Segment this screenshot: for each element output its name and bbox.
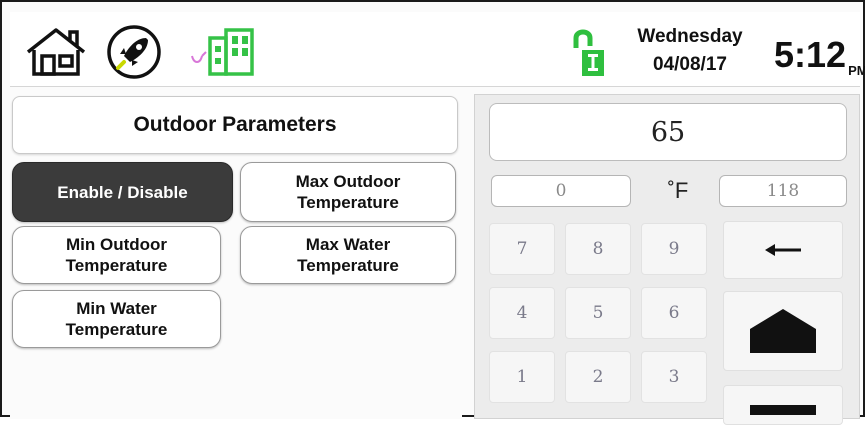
day-label: Wednesday bbox=[637, 26, 743, 47]
max-outdoor-temperature-button[interactable]: Max Outdoor Temperature bbox=[240, 162, 456, 222]
lock-icon[interactable] bbox=[570, 26, 606, 78]
backspace-button[interactable] bbox=[723, 221, 843, 279]
min-water-line2: Temperature bbox=[65, 320, 168, 339]
key-8[interactable]: 8 bbox=[565, 223, 631, 275]
key-7[interactable]: 7 bbox=[489, 223, 555, 275]
key-1[interactable]: 1 bbox=[489, 351, 555, 403]
min-water-temperature-button[interactable]: Min Water Temperature bbox=[12, 290, 221, 348]
increase-button[interactable] bbox=[723, 291, 843, 371]
max-value-box: 118 bbox=[719, 175, 847, 207]
max-outdoor-line1: Max Outdoor bbox=[295, 172, 401, 191]
clock: 5:12 PM bbox=[774, 34, 865, 78]
backspace-icon bbox=[765, 244, 801, 256]
date-label: 04/08/17 bbox=[653, 54, 727, 75]
max-water-line1: Max Water bbox=[305, 235, 391, 254]
key-9[interactable]: 9 bbox=[641, 223, 707, 275]
max-water-line2: Temperature bbox=[297, 256, 399, 275]
arrow-up-icon bbox=[750, 309, 816, 353]
home-icon[interactable] bbox=[24, 26, 88, 78]
key-3[interactable]: 3 bbox=[641, 351, 707, 403]
keypad-panel: 65 0 ˚F 118 7 8 9 4 5 6 1 2 3 bbox=[474, 94, 860, 425]
max-water-temperature-button[interactable]: Max Water Temperature bbox=[240, 226, 456, 284]
parameters-panel: Outdoor Parameters Enable / Disable Max … bbox=[10, 94, 462, 419]
unit-label: ˚F bbox=[667, 178, 689, 203]
value-display: 65 bbox=[489, 103, 847, 161]
min-water-line1: Min Water bbox=[76, 299, 157, 318]
min-outdoor-temperature-button[interactable]: Min Outdoor Temperature bbox=[12, 226, 221, 284]
max-outdoor-line2: Temperature bbox=[297, 193, 399, 212]
ampm-label: PM bbox=[848, 63, 865, 78]
min-outdoor-line2: Temperature bbox=[65, 256, 168, 275]
rocket-icon[interactable] bbox=[106, 24, 162, 80]
screen-frame: Wednesday 04/08/17 5:12 PM Outdoor Parame… bbox=[0, 0, 865, 425]
key-5[interactable]: 5 bbox=[565, 287, 631, 339]
key-4[interactable]: 4 bbox=[489, 287, 555, 339]
panel-title: Outdoor Parameters bbox=[12, 96, 458, 154]
building-icon[interactable] bbox=[190, 26, 256, 76]
key-6[interactable]: 6 bbox=[641, 287, 707, 339]
min-outdoor-line1: Min Outdoor bbox=[65, 235, 168, 254]
enable-disable-button[interactable]: Enable / Disable bbox=[12, 162, 233, 222]
enable-disable-label: Enable / Disable bbox=[57, 182, 188, 202]
key-2[interactable]: 2 bbox=[565, 351, 631, 403]
min-value-box: 0 bbox=[491, 175, 631, 207]
top-bar: Wednesday 04/08/17 5:12 PM bbox=[10, 12, 865, 87]
arrow-down-icon bbox=[750, 405, 816, 415]
decrease-button[interactable] bbox=[723, 385, 843, 425]
time-value: 5:12 bbox=[774, 34, 847, 75]
